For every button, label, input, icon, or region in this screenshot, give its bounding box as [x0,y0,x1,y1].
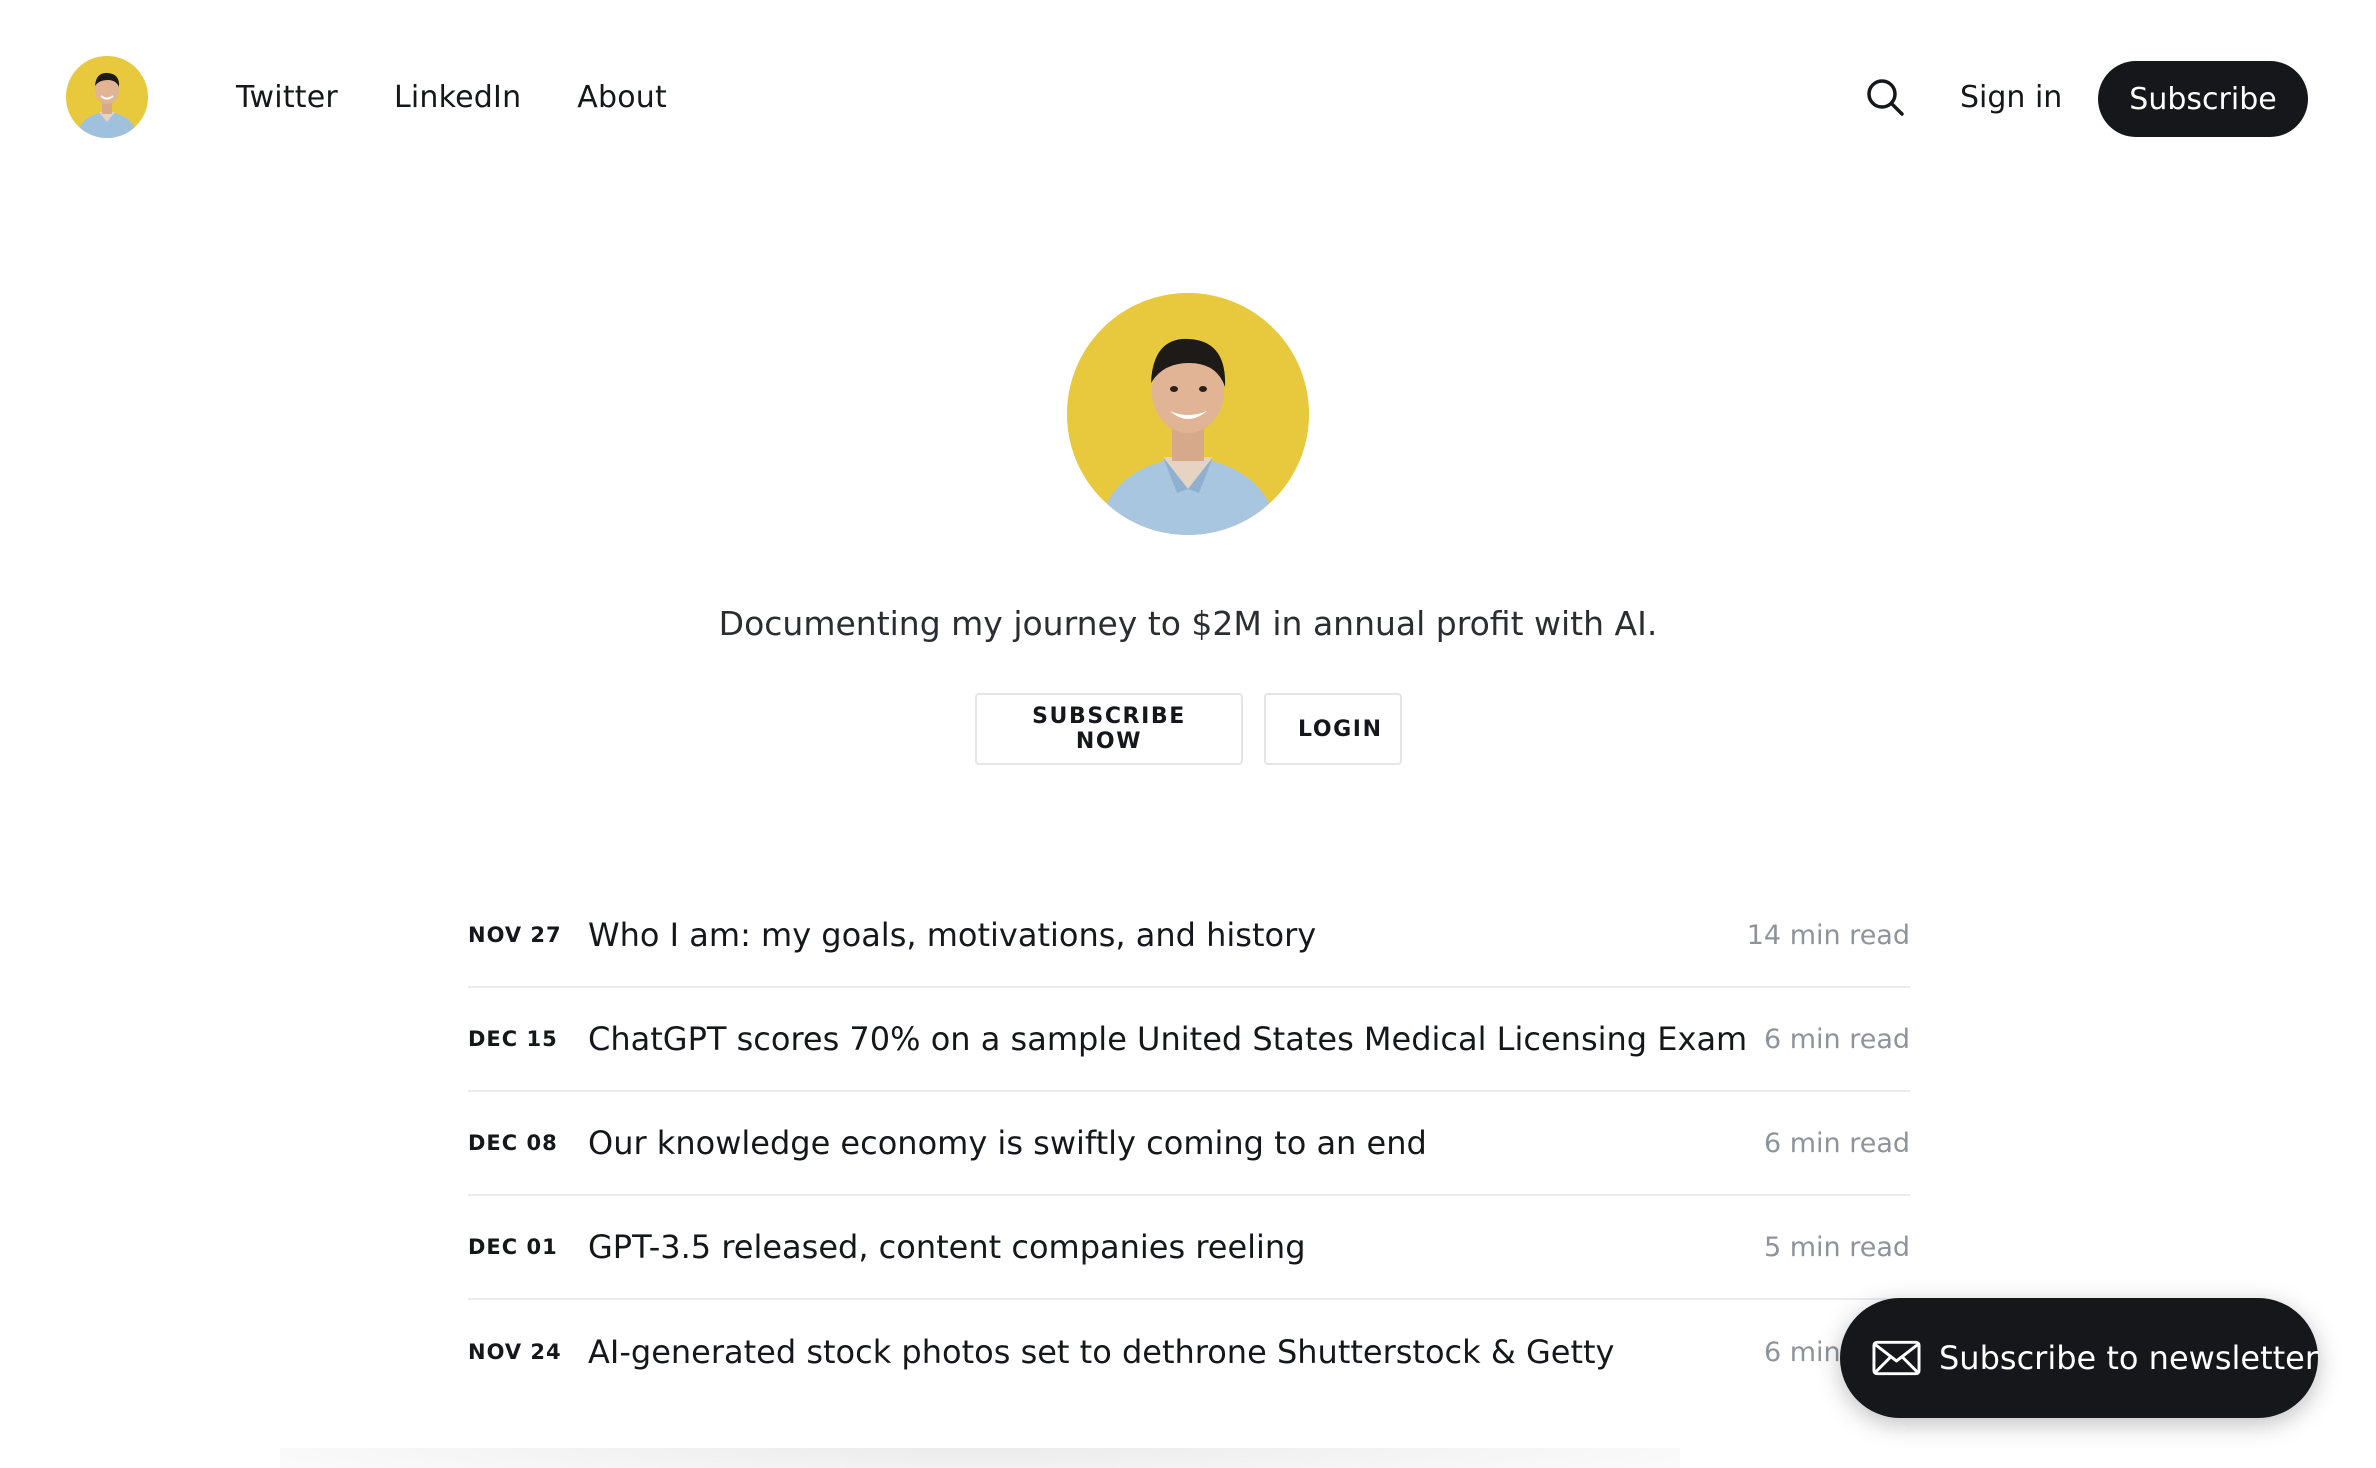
post-read-time: 6 min read [1763,1023,1910,1055]
site-logo[interactable] [66,56,148,138]
nav-linkedin[interactable]: LinkedIn [394,76,521,120]
post-title[interactable]: ChatGPT scores 70% on a sample United St… [588,1020,1764,1058]
envelope-icon [1872,1340,1921,1376]
sign-in-link[interactable]: Sign in [1960,76,2062,120]
list-item[interactable]: NOV 27 Who I am: my goals, motivations, … [468,884,1910,988]
post-date: NOV 27 [468,923,562,947]
list-item[interactable]: DEC 01 GPT-3.5 released, content compani… [468,1196,1910,1300]
hero-avatar [1067,293,1309,535]
post-title[interactable]: Our knowledge economy is swiftly coming … [588,1124,1764,1162]
subscribe-button[interactable]: Subscribe [2098,61,2308,137]
post-read-time: 6 min read [1763,1127,1910,1159]
post-title[interactable]: GPT-3.5 released, content companies reel… [588,1228,1764,1266]
hero-buttons: SUBSCRIBE NOW LOGIN [975,693,1402,765]
post-date: NOV 24 [468,1340,562,1364]
subscribe-now-button[interactable]: SUBSCRIBE NOW [975,693,1243,765]
search-button[interactable] [1864,76,1908,120]
nav-twitter[interactable]: Twitter [236,76,338,120]
list-item[interactable]: NOV 24 AI-generated stock photos set to … [468,1300,1910,1404]
post-date: DEC 08 [468,1131,558,1155]
subscribe-newsletter-button[interactable]: Subscribe to newsletter [1840,1298,2318,1418]
post-read-time: 14 min read [1746,919,1910,951]
post-list: NOV 27 Who I am: my goals, motivations, … [468,884,1910,1404]
site-header: Twitter LinkedIn About Sign in Subscribe [0,0,2376,196]
nav-about[interactable]: About [577,76,667,120]
search-icon [1867,79,1904,116]
newsletter-label: Subscribe to newsletter [1938,1339,2318,1377]
bottom-shadow [280,1448,1680,1468]
list-item[interactable]: DEC 15 ChatGPT scores 70% on a sample Un… [468,988,1910,1092]
login-button[interactable]: LOGIN [1264,693,1402,765]
avatar-icon [66,56,148,138]
post-read-time: 5 min read [1763,1231,1910,1263]
post-date: DEC 15 [468,1027,558,1051]
list-item[interactable]: DEC 08 Our knowledge economy is swiftly … [468,1092,1910,1196]
avatar-icon [1067,293,1309,535]
post-title[interactable]: Who I am: my goals, motivations, and his… [588,916,1747,954]
page: Twitter LinkedIn About Sign in Subscribe [0,0,2376,1468]
post-title[interactable]: AI-generated stock photos set to dethron… [588,1333,1764,1371]
site-tagline: Documenting my journey to $2M in annual … [718,604,1658,643]
main-nav: Twitter LinkedIn About [236,76,667,120]
post-date: DEC 01 [468,1235,558,1259]
